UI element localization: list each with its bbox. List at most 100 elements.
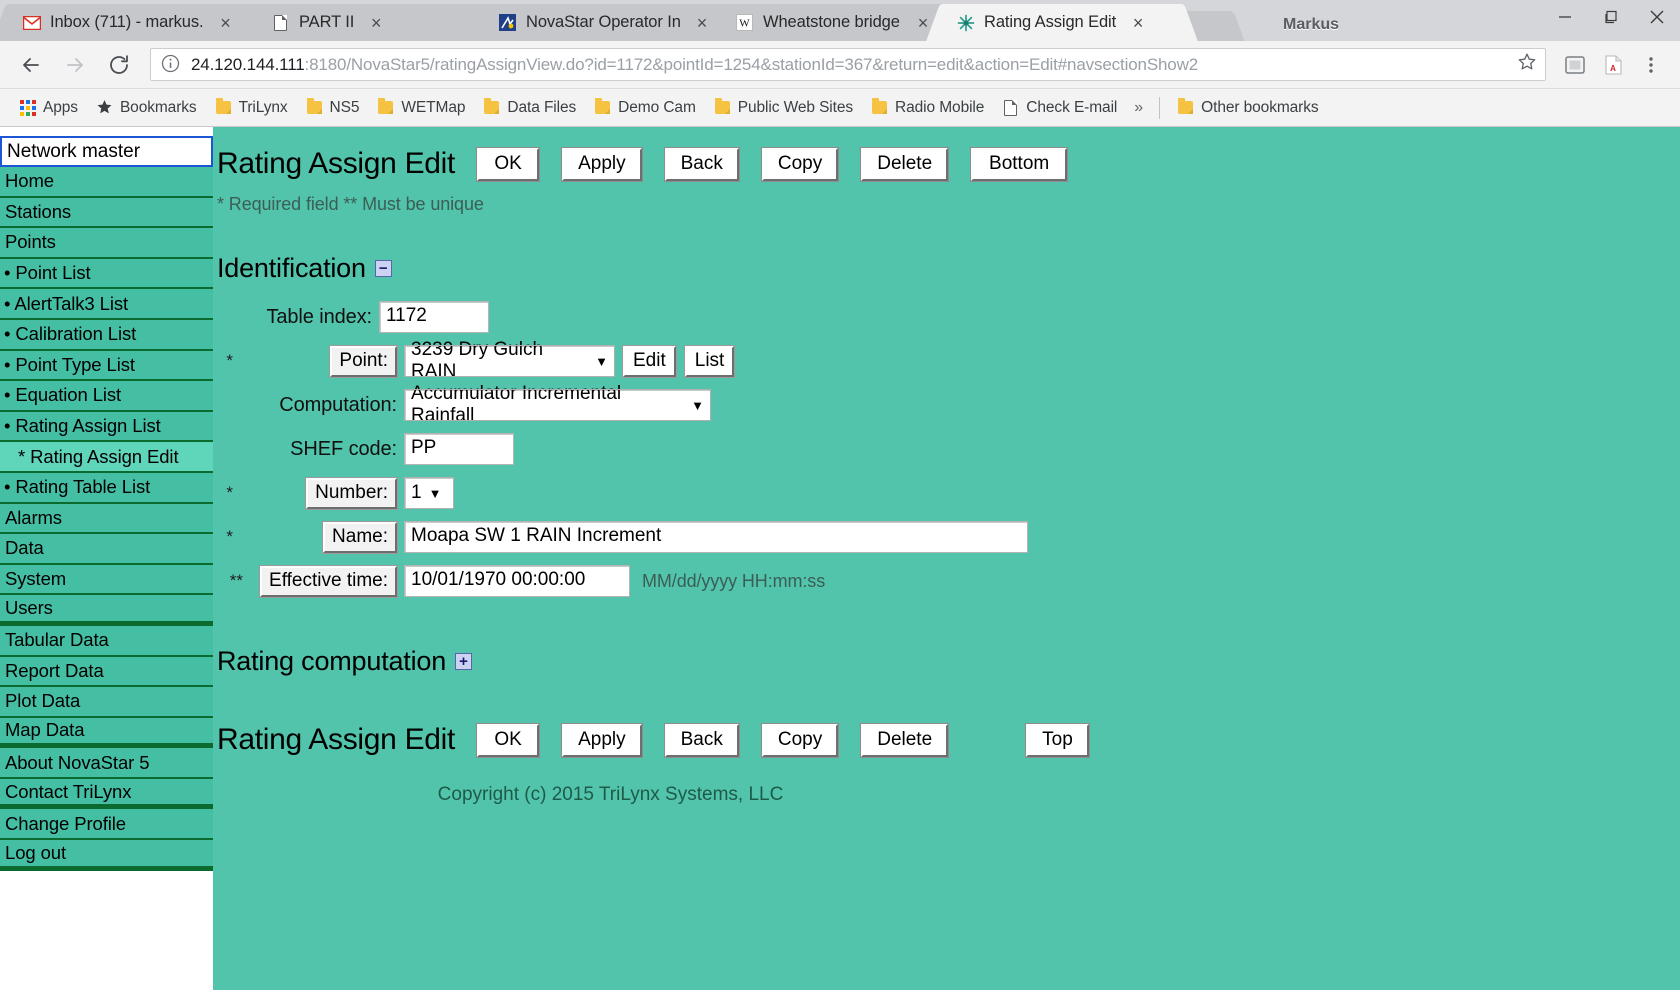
browser-tab-novastar-operator[interactable]: NovaStar Operator In × bbox=[484, 4, 722, 41]
browser-tab-rating-assign-edit[interactable]: Rating Assign Edit × bbox=[942, 4, 1182, 41]
back-icon[interactable] bbox=[12, 46, 50, 84]
sidebar-item-map-data[interactable]: Map Data bbox=[0, 718, 213, 749]
effective-time-label-slot: Effective time: bbox=[248, 566, 405, 597]
extension-icon[interactable] bbox=[1558, 48, 1592, 82]
network-selector[interactable]: Network master bbox=[0, 136, 213, 167]
rating-computation-section-header: Rating computation + bbox=[213, 608, 1680, 677]
form-row-shef-code: SHEF code: PP bbox=[213, 432, 1680, 466]
bookmark-label: Check E-mail bbox=[1026, 99, 1117, 117]
sidebar-item-home[interactable]: Home bbox=[0, 167, 213, 198]
bookmark-wetmap[interactable]: WETMap bbox=[368, 94, 474, 122]
copy-button-top[interactable]: Copy bbox=[762, 148, 838, 181]
bookmark-ns5[interactable]: NS5 bbox=[297, 94, 369, 122]
delete-button-top[interactable]: Delete bbox=[861, 148, 948, 181]
point-select[interactable]: 3239 Dry Gulch RAIN ▼ bbox=[405, 346, 614, 376]
copy-button-bottom[interactable]: Copy bbox=[762, 724, 838, 757]
sidebar-item-about-novastar[interactable]: About NovaStar 5 bbox=[0, 748, 213, 779]
folder-icon bbox=[594, 99, 611, 116]
sidebar-item-change-profile[interactable]: Change Profile bbox=[0, 809, 213, 840]
top-button[interactable]: Top bbox=[1026, 724, 1089, 757]
table-index-input[interactable]: 1172 bbox=[380, 302, 488, 332]
browser-tab-part-ii[interactable]: PART II × bbox=[257, 4, 485, 41]
bookmark-other-bookmarks[interactable]: Other bookmarks bbox=[1168, 94, 1327, 122]
tab-close-icon[interactable]: × bbox=[692, 13, 712, 33]
bookmark-label: Bookmarks bbox=[120, 99, 197, 117]
bookmark-public-web-sites[interactable]: Public Web Sites bbox=[705, 94, 862, 122]
back-button-bottom[interactable]: Back bbox=[665, 724, 739, 757]
table-index-label: Table index: bbox=[238, 306, 380, 329]
profile-name[interactable]: Markus bbox=[1283, 16, 1339, 34]
effective-time-input[interactable]: 10/01/1970 00:00:00 bbox=[405, 566, 629, 596]
browser-tab-inbox[interactable]: Inbox (711) - markus. × bbox=[8, 4, 258, 41]
point-label-button[interactable]: Point: bbox=[330, 346, 397, 377]
sidebar-item-calibration-list[interactable]: • Calibration List bbox=[0, 320, 213, 351]
bookmark-demo-cam[interactable]: Demo Cam bbox=[585, 94, 705, 122]
bottom-button[interactable]: Bottom bbox=[971, 148, 1067, 181]
url-path: :8180/NovaStar5/ratingAssignView.do?id=1… bbox=[305, 55, 1199, 74]
back-button-top[interactable]: Back bbox=[665, 148, 739, 181]
sidebar-item-rating-assign-list[interactable]: • Rating Assign List bbox=[0, 412, 213, 443]
effective-time-format-hint: MM/dd/yyyy HH:mm:ss bbox=[642, 571, 825, 592]
document-icon bbox=[1002, 99, 1019, 116]
tab-strip: Inbox (711) - markus. × PART II × NovaSt… bbox=[0, 0, 1680, 41]
sidebar-item-points[interactable]: Points bbox=[0, 228, 213, 259]
sidebar-item-data[interactable]: Data bbox=[0, 534, 213, 565]
sidebar-item-alerttalk3-list[interactable]: • AlertTalk3 List bbox=[0, 289, 213, 320]
sidebar-item-alarms[interactable]: Alarms bbox=[0, 504, 213, 535]
required-field-note: * Required field ** Must be unique bbox=[213, 181, 1680, 215]
bookmarks-overflow-icon[interactable]: » bbox=[1126, 99, 1151, 117]
point-list-button[interactable]: List bbox=[685, 346, 735, 377]
expand-rating-computation-icon[interactable]: + bbox=[455, 653, 472, 670]
chrome-menu-icon[interactable] bbox=[1634, 48, 1668, 82]
shef-code-input[interactable]: PP bbox=[405, 434, 513, 464]
folder-icon bbox=[871, 99, 888, 116]
name-label-button[interactable]: Name: bbox=[323, 522, 397, 553]
bookmark-trilynx[interactable]: TriLynx bbox=[206, 94, 297, 122]
tab-close-icon[interactable]: × bbox=[1128, 13, 1148, 33]
sidebar-item-stations[interactable]: Stations bbox=[0, 198, 213, 229]
bookmark-star-icon[interactable] bbox=[1507, 52, 1537, 77]
effective-time-label-button[interactable]: Effective time: bbox=[260, 566, 397, 597]
sidebar-item-system[interactable]: System bbox=[0, 565, 213, 596]
pdf-extension-icon[interactable]: A bbox=[1596, 48, 1630, 82]
browser-tab-wheatstone-bridge[interactable]: W Wheatstone bridge - × bbox=[721, 4, 943, 41]
bookmark-apps[interactable]: Apps bbox=[10, 94, 87, 122]
info-icon[interactable] bbox=[161, 54, 183, 76]
bookmark-bookmarks[interactable]: Bookmarks bbox=[87, 94, 206, 122]
sidebar-item-tabular-data[interactable]: Tabular Data bbox=[0, 626, 213, 657]
name-input[interactable]: Moapa SW 1 RAIN Increment bbox=[405, 522, 1027, 552]
sidebar-item-plot-data[interactable]: Plot Data bbox=[0, 687, 213, 718]
sidebar-item-users[interactable]: Users bbox=[0, 595, 213, 626]
bookmark-check-email[interactable]: Check E-mail bbox=[993, 94, 1126, 122]
maximize-icon[interactable] bbox=[1588, 0, 1634, 33]
sidebar-item-report-data[interactable]: Report Data bbox=[0, 657, 213, 688]
url-host: 24.120.144.111 bbox=[191, 55, 305, 74]
collapse-identification-icon[interactable]: − bbox=[375, 260, 392, 277]
folder-icon bbox=[714, 99, 731, 116]
reload-icon[interactable] bbox=[100, 46, 138, 84]
apply-button-bottom[interactable]: Apply bbox=[562, 724, 642, 757]
number-label-button[interactable]: Number: bbox=[306, 478, 397, 509]
number-select[interactable]: 1 ▼ bbox=[405, 478, 453, 508]
ok-button-bottom[interactable]: OK bbox=[477, 724, 539, 757]
bookmark-data-files[interactable]: Data Files bbox=[474, 94, 585, 122]
close-window-icon[interactable] bbox=[1634, 0, 1680, 33]
sidebar-item-equation-list[interactable]: • Equation List bbox=[0, 381, 213, 412]
form-row-table-index: Table index: 1172 bbox=[213, 300, 1680, 334]
sidebar-item-rating-table-list[interactable]: • Rating Table List bbox=[0, 473, 213, 504]
ok-button-top[interactable]: OK bbox=[477, 148, 539, 181]
minimize-icon[interactable] bbox=[1542, 0, 1588, 33]
sidebar-item-point-list[interactable]: • Point List bbox=[0, 259, 213, 290]
bookmark-radio-mobile[interactable]: Radio Mobile bbox=[862, 94, 993, 122]
tab-close-icon[interactable]: × bbox=[215, 13, 235, 33]
apply-button-top[interactable]: Apply bbox=[562, 148, 642, 181]
sidebar-item-point-type-list[interactable]: • Point Type List bbox=[0, 351, 213, 382]
point-edit-button[interactable]: Edit bbox=[623, 346, 676, 377]
sidebar-item-contact-trilynx[interactable]: Contact TriLynx bbox=[0, 779, 213, 810]
address-bar[interactable]: 24.120.144.111:8180/NovaStar5/ratingAssi… bbox=[150, 48, 1546, 81]
delete-button-bottom[interactable]: Delete bbox=[861, 724, 948, 757]
computation-select[interactable]: Accumulator Incremental Rainfall ▼ bbox=[405, 390, 710, 420]
tab-close-icon[interactable]: × bbox=[366, 13, 386, 33]
sidebar-item-log-out[interactable]: Log out bbox=[0, 840, 213, 871]
sidebar-item-rating-assign-edit[interactable]: * Rating Assign Edit bbox=[0, 442, 213, 473]
